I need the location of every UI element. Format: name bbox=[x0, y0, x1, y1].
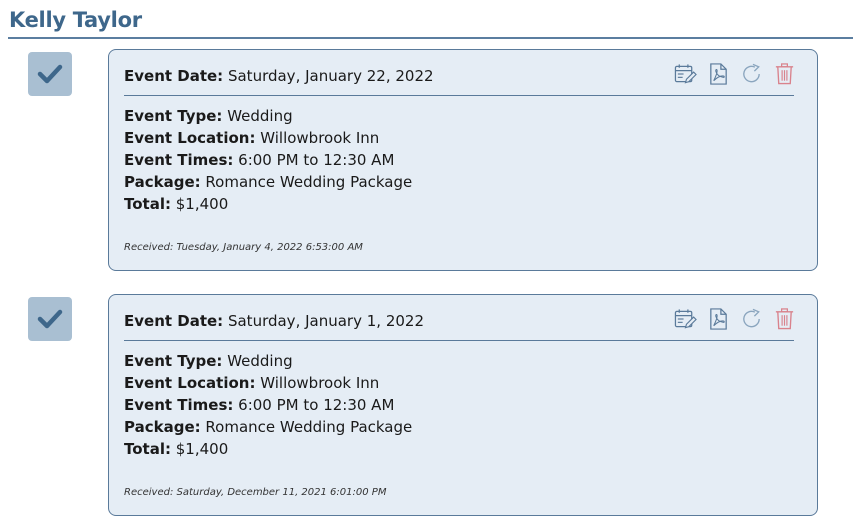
total-label: Total: bbox=[124, 195, 171, 213]
event-location-row: Event Location: Willowbrook Inn bbox=[124, 372, 412, 394]
card-actions bbox=[674, 307, 796, 331]
event-checkbox[interactable] bbox=[28, 52, 72, 96]
pdf-icon[interactable] bbox=[707, 307, 730, 331]
event-type-label: Event Type: bbox=[124, 107, 223, 125]
event-details: Event Type: Wedding Event Location: Will… bbox=[124, 350, 412, 460]
package-label: Package: bbox=[124, 418, 201, 436]
package-label: Package: bbox=[124, 173, 201, 191]
event-card: Event Date: Saturday, January 22, 2022 E… bbox=[108, 49, 818, 271]
event-location-value: Willowbrook Inn bbox=[260, 374, 380, 392]
event-location-label: Event Location: bbox=[124, 374, 256, 392]
event-type-label: Event Type: bbox=[124, 352, 223, 370]
page-title: Kelly Taylor bbox=[9, 8, 142, 32]
total-label: Total: bbox=[124, 440, 171, 458]
event-date-value: Saturday, January 22, 2022 bbox=[227, 67, 434, 85]
package-value: Romance Wedding Package bbox=[205, 418, 413, 436]
package-value: Romance Wedding Package bbox=[205, 173, 413, 191]
edit-calendar-icon[interactable] bbox=[674, 307, 697, 331]
event-type-row: Event Type: Wedding bbox=[124, 350, 412, 372]
event-type-value: Wedding bbox=[227, 107, 293, 125]
event-type-row: Event Type: Wedding bbox=[124, 105, 412, 127]
total-row: Total: $1,400 bbox=[124, 438, 412, 460]
trash-icon[interactable] bbox=[773, 62, 796, 86]
event-date: Event Date: Saturday, January 1, 2022 bbox=[124, 312, 424, 330]
event-location-label: Event Location: bbox=[124, 129, 256, 147]
event-location-value: Willowbrook Inn bbox=[260, 129, 380, 147]
card-header: Event Date: Saturday, January 22, 2022 bbox=[124, 63, 794, 96]
event-date-label: Event Date: bbox=[124, 67, 224, 85]
event-card: Event Date: Saturday, January 1, 2022 Ev… bbox=[108, 294, 818, 516]
event-checkbox[interactable] bbox=[28, 297, 72, 341]
event-location-row: Event Location: Willowbrook Inn bbox=[124, 127, 412, 149]
event-times-row: Event Times: 6:00 PM to 12:30 AM bbox=[124, 149, 412, 171]
event-date: Event Date: Saturday, January 22, 2022 bbox=[124, 67, 434, 85]
total-row: Total: $1,400 bbox=[124, 193, 412, 215]
package-row: Package: Romance Wedding Package bbox=[124, 171, 412, 193]
edit-calendar-icon[interactable] bbox=[674, 62, 697, 86]
event-times-label: Event Times: bbox=[124, 396, 234, 414]
total-value: $1,400 bbox=[175, 195, 229, 213]
event-times-value: 6:00 PM to 12:30 AM bbox=[238, 396, 395, 414]
event-date-value: Saturday, January 1, 2022 bbox=[227, 312, 424, 330]
received-timestamp: Received: Tuesday, January 4, 2022 6:53:… bbox=[124, 242, 363, 253]
title-divider bbox=[8, 37, 853, 39]
package-row: Package: Romance Wedding Package bbox=[124, 416, 412, 438]
card-header: Event Date: Saturday, January 1, 2022 bbox=[124, 308, 794, 341]
checkmark-icon bbox=[37, 309, 63, 329]
event-times-row: Event Times: 6:00 PM to 12:30 AM bbox=[124, 394, 412, 416]
refresh-icon[interactable] bbox=[740, 62, 763, 86]
event-times-value: 6:00 PM to 12:30 AM bbox=[238, 151, 395, 169]
card-actions bbox=[674, 62, 796, 86]
pdf-icon[interactable] bbox=[707, 62, 730, 86]
received-timestamp: Received: Saturday, December 11, 2021 6:… bbox=[124, 487, 387, 498]
event-times-label: Event Times: bbox=[124, 151, 234, 169]
total-value: $1,400 bbox=[175, 440, 229, 458]
event-type-value: Wedding bbox=[227, 352, 293, 370]
trash-icon[interactable] bbox=[773, 307, 796, 331]
refresh-icon[interactable] bbox=[740, 307, 763, 331]
event-details: Event Type: Wedding Event Location: Will… bbox=[124, 105, 412, 215]
checkmark-icon bbox=[37, 64, 63, 84]
event-date-label: Event Date: bbox=[124, 312, 224, 330]
